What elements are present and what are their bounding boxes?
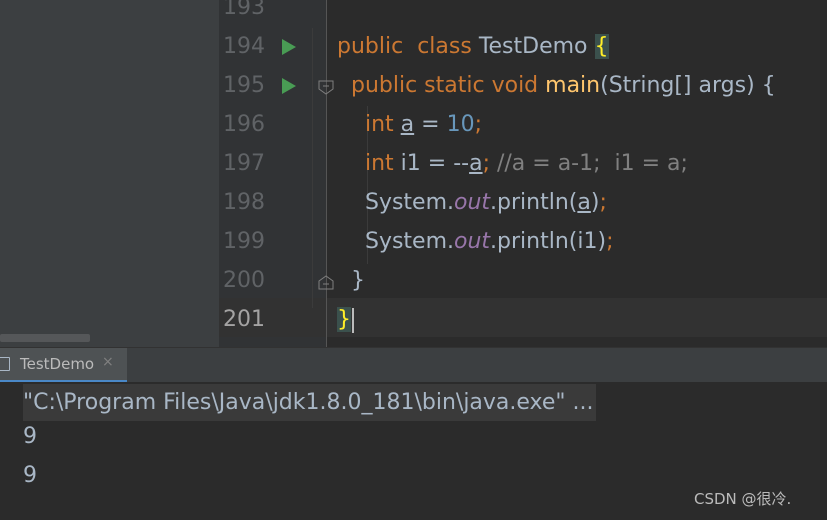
code-token: int — [364, 151, 394, 176]
watermark: CSDN @很冷. — [694, 490, 792, 508]
code-line[interactable]: 193 — [219, 0, 827, 28]
code-text: int a = 10; — [337, 106, 482, 144]
line-number: 196 — [223, 112, 265, 137]
code-text: System.out.println(a); — [337, 184, 607, 222]
code-lines: 193 194 public class TestDemo {195 public … — [219, 0, 827, 340]
code-token: TestDemo — [471, 34, 595, 59]
code-token: public — [337, 34, 404, 59]
code-line[interactable]: 197 int i1 = --a; //a = a-1; i1 = a; — [219, 145, 827, 184]
console-icon — [0, 357, 10, 371]
code-token: ; — [599, 190, 607, 215]
tab-testdemo[interactable]: TestDemo × — [0, 348, 127, 382]
code-token: System. — [337, 190, 455, 215]
code-line[interactable]: 195 public static void main(String[] arg… — [219, 67, 827, 106]
console-output-line: 9 — [23, 424, 37, 449]
code-token: a — [469, 151, 483, 176]
code-token: ; — [482, 151, 490, 176]
code-token: = — [414, 112, 447, 137]
line-number: 198 — [223, 190, 265, 215]
code-token: (String[] args) { — [600, 73, 776, 98]
console-output-line: 9 — [23, 463, 37, 488]
code-token: out — [454, 190, 491, 215]
text-caret — [352, 307, 354, 333]
code-token: public static void — [351, 73, 539, 98]
line-number: 195 — [223, 73, 265, 98]
line-number: 197 — [223, 151, 265, 176]
code-text: public static void main(String[] args) { — [337, 67, 776, 105]
run-gutter-icon[interactable] — [282, 39, 296, 55]
project-panel — [0, 0, 219, 347]
code-token: 10 — [446, 112, 475, 137]
code-line[interactable]: 199 System.out.println(i1); — [219, 223, 827, 262]
code-line[interactable]: 198 System.out.println(a); — [219, 184, 827, 223]
code-token: int — [364, 112, 394, 137]
code-token: a — [400, 112, 415, 137]
console-command-line[interactable]: "C:\Program Files\Java\jdk1.8.0_181\bin\… — [23, 384, 596, 421]
line-number: 201 — [223, 307, 265, 332]
close-icon[interactable]: × — [102, 354, 114, 370]
code-token: } — [337, 307, 351, 332]
code-token: //a = a-1; i1 = a; — [489, 151, 688, 176]
line-number: 200 — [223, 268, 265, 293]
horizontal-scrollbar[interactable] — [0, 334, 90, 342]
code-text: int i1 = --a; //a = a-1; i1 = a; — [337, 145, 688, 183]
run-tool-window-header: TestDemo × — [0, 347, 827, 382]
fold-close-icon[interactable] — [318, 275, 334, 290]
code-token: i1 = -- — [393, 151, 470, 176]
code-token: main — [545, 73, 601, 98]
code-line[interactable]: 201} — [219, 301, 827, 340]
code-text: } — [337, 301, 354, 339]
code-token: .println(i1) — [490, 229, 607, 254]
line-number: 194 — [223, 34, 265, 59]
line-number: 193 — [223, 0, 265, 20]
code-text: } — [337, 262, 365, 300]
fold-open-icon[interactable] — [318, 80, 334, 95]
code-text: public class TestDemo { — [337, 28, 609, 66]
code-token: System. — [337, 229, 455, 254]
code-token: out — [454, 229, 491, 254]
line-number: 199 — [223, 229, 265, 254]
tab-label: TestDemo — [20, 355, 95, 373]
run-gutter-icon[interactable] — [282, 78, 296, 94]
code-token: class — [417, 34, 472, 59]
code-text: System.out.println(i1); — [337, 223, 614, 261]
code-line[interactable]: 200 } — [219, 262, 827, 301]
code-token: ; — [606, 229, 614, 254]
code-line[interactable]: 196 int a = 10; — [219, 106, 827, 145]
code-token: ; — [474, 112, 482, 137]
code-token: { — [594, 34, 609, 59]
code-token: } — [337, 268, 365, 293]
code-token: a — [577, 190, 591, 215]
code-line[interactable]: 194 public class TestDemo { — [219, 28, 827, 67]
code-token: .println( — [490, 190, 578, 215]
